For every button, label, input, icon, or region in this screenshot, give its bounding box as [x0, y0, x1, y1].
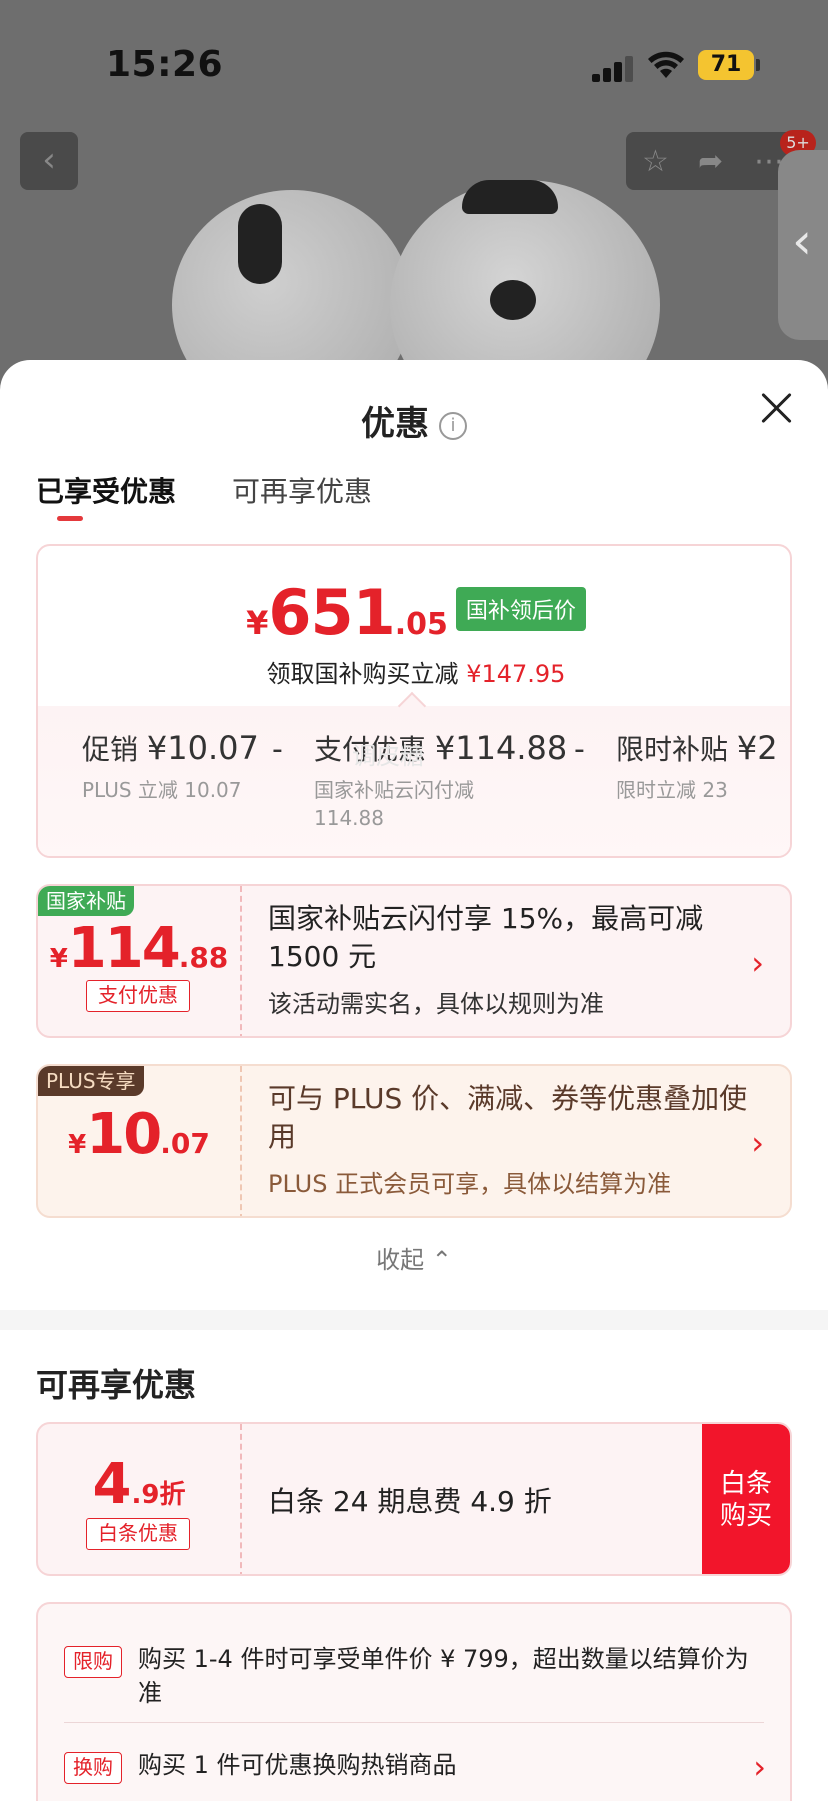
breakdown-promo: 促销 ¥10.07 PLUS 立减 10.07	[82, 728, 259, 804]
minus-sign: -	[272, 732, 283, 767]
side-drawer-handle[interactable]: ‹	[778, 150, 828, 340]
savings-text: 领取国补购买立减	[266, 660, 459, 688]
top-action-bar: ☆ ➦ ⋯	[626, 132, 796, 190]
breakdown-limited: 限时补贴 ¥2 限时立减 23	[616, 728, 790, 804]
savings-amount: ¥147.95	[466, 660, 566, 688]
breakdown-amount: ¥114.88	[434, 729, 568, 767]
deal-description: 国家补贴云闪付享 15%，最高可减 1500 元 该活动需实名，具体以规则为准	[268, 900, 748, 1019]
deal-note: 该活动需实名，具体以规则为准	[268, 990, 604, 1018]
chevron-right-icon: ›	[751, 1124, 764, 1162]
product-background: 15:26 71 ‹ ☆ ➦ ⋯ 5+ ‹	[0, 0, 828, 420]
share-icon[interactable]: ➦	[698, 144, 723, 179]
final-price: ¥651.05 国补领后价	[38, 576, 790, 649]
discount-sheet: 优惠 i 已享受优惠 可再享优惠 ¥651.05 国补领后价 领取国补购买立减 ¥1…	[0, 360, 828, 1801]
tab-active-indicator	[57, 516, 83, 521]
section-gap	[0, 1310, 828, 1330]
rule-text: 购买 1-4 件时可享受单件价 ¥ 799，超出数量以结算价为准	[138, 1645, 749, 1707]
breakdown-amount: ¥10.07	[146, 729, 259, 767]
deal-amount-decimal: .07	[160, 1127, 210, 1160]
baitiao-discount: 4.9折	[38, 1452, 240, 1517]
status-time: 15:26	[106, 44, 224, 85]
purchase-rules-card: 限购 购买 1-4 件时可享受单件价 ¥ 799，超出数量以结算价为准 换购 购…	[36, 1602, 792, 1801]
minus-sign: -	[574, 732, 585, 767]
chevron-right-icon: ›	[751, 944, 764, 982]
deal-amount-decimal: .88	[178, 941, 229, 974]
price-tag-badge: 国补领后价	[455, 587, 586, 631]
deal-description: 可与 PLUS 价、满减、券等优惠叠加使用 PLUS 正式会员可享，具体以结算为…	[268, 1080, 748, 1199]
collapse-button[interactable]: 收起 ⌃	[0, 1240, 828, 1275]
earbud-mesh	[462, 180, 558, 214]
deal-amount: ¥114.88	[38, 916, 240, 981]
deal-corner-badge: PLUS专享	[38, 1066, 144, 1096]
savings-line: 领取国补购买立减 ¥147.95	[38, 654, 790, 689]
chevron-left-icon: ‹	[792, 212, 812, 270]
deal-amount-integer: 114	[67, 916, 181, 981]
earbud-mesh	[490, 280, 536, 320]
cellular-signal-icon	[592, 56, 636, 82]
watermark: 调皮糖	[352, 742, 424, 770]
dashed-divider	[240, 1424, 242, 1574]
earbud-mesh	[238, 204, 282, 284]
baitiao-discount-integer: 4	[92, 1452, 132, 1517]
chevron-right-icon: ›	[753, 1748, 766, 1786]
deal-corner-badge: 国家补贴	[38, 886, 134, 916]
dashed-divider	[240, 1066, 242, 1216]
breakdown-label: 促销	[82, 733, 139, 766]
breakdown-desc: 国家补贴云闪付减 114.88	[314, 778, 474, 830]
rule-tag: 换购	[64, 1752, 122, 1784]
deal-amount-integer: 10	[86, 1102, 162, 1167]
baitiao-discount-decimal: .9折	[131, 1480, 186, 1510]
tab-enjoyed-discounts[interactable]: 已享受优惠	[36, 470, 176, 510]
tab-more-discounts[interactable]: 可再享优惠	[232, 470, 372, 510]
price-decimal: .05	[394, 607, 448, 642]
breakdown-amount: ¥2	[736, 729, 778, 767]
section-title: 可再享优惠	[36, 1366, 197, 1404]
breakdown-label: 限时补贴	[616, 733, 729, 766]
deal-title: 国家补贴云闪付享 15%，最高可减 1500 元	[268, 902, 704, 973]
rule-text: 购买 1 件可优惠换购热销商品	[138, 1751, 457, 1779]
baitiao-buy-button[interactable]: 白条 购买	[702, 1424, 790, 1574]
price-integer: 651	[268, 576, 395, 649]
baitiao-card[interactable]: 4.9折 白条优惠 白条 24 期息费 4.9 折 白条 购买	[36, 1422, 792, 1576]
chevron-left-icon: ‹	[42, 140, 56, 180]
rule-divider	[64, 1722, 764, 1723]
baitiao-text: 白条 24 期息费 4.9 折	[268, 1485, 552, 1518]
battery-indicator: 71	[698, 50, 760, 80]
deal-type-pill: 支付优惠	[86, 980, 190, 1012]
back-button[interactable]: ‹	[20, 132, 78, 190]
currency-symbol: ¥	[68, 1130, 87, 1160]
sheet-title-text: 优惠	[361, 404, 429, 444]
info-icon[interactable]: i	[439, 412, 467, 440]
deal-note: PLUS 正式会员可享，具体以结算为准	[268, 1170, 672, 1198]
deal-title: 可与 PLUS 价、满减、券等优惠叠加使用	[268, 1082, 748, 1153]
baitiao-pill: 白条优惠	[86, 1518, 190, 1550]
dashed-divider	[240, 886, 242, 1036]
currency-symbol: ¥	[246, 604, 269, 642]
deal-card-national-subsidy[interactable]: 国家补贴 ¥114.88 支付优惠 国家补贴云闪付享 15%，最高可减 1500…	[36, 884, 792, 1038]
wifi-icon	[648, 51, 684, 78]
currency-symbol: ¥	[49, 944, 68, 974]
rule-tag: 限购	[64, 1646, 122, 1678]
breakdown-desc: 限时立减 23	[616, 778, 728, 802]
deal-amount: ¥10.07	[38, 1102, 240, 1167]
close-icon[interactable]	[758, 390, 794, 426]
breakdown-desc: PLUS 立减 10.07	[82, 778, 242, 802]
status-bar: 15:26 71	[0, 0, 828, 120]
star-icon[interactable]: ☆	[642, 144, 669, 179]
deal-card-plus[interactable]: PLUS专享 ¥10.07 可与 PLUS 价、满减、券等优惠叠加使用 PLUS…	[36, 1064, 792, 1218]
sheet-title: 优惠 i	[0, 396, 828, 445]
price-summary-card: ¥651.05 国补领后价 领取国补购买立减 ¥147.95 促销 ¥10.07 …	[36, 544, 792, 858]
